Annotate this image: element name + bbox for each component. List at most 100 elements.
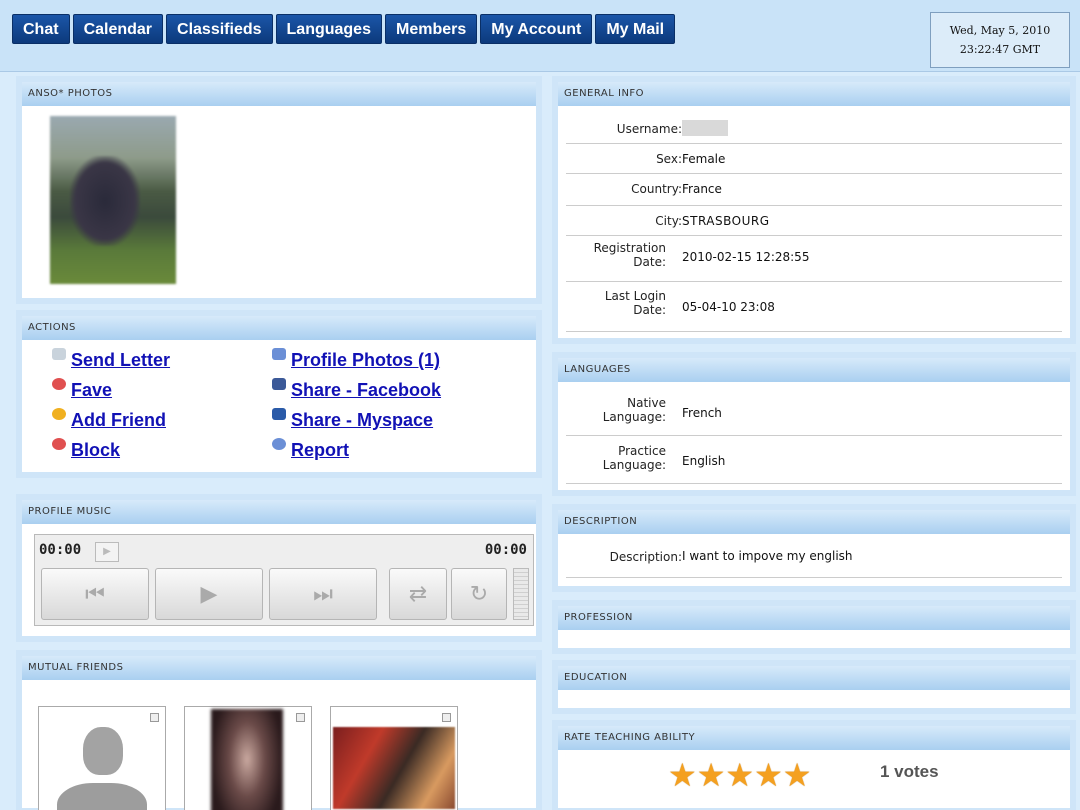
actions-panel-title: ACTIONS xyxy=(22,316,536,340)
info-row-last-login-date: Last Login Date: 05-04-10 23:08 xyxy=(566,282,1062,332)
block-icon xyxy=(52,438,66,450)
languages-panel: LANGUAGES Native Language: French Practi… xyxy=(552,352,1076,496)
nav-tab-classifieds[interactable]: Classifieds xyxy=(166,14,273,44)
friend-photo xyxy=(211,709,283,810)
block-link[interactable]: Block xyxy=(52,438,120,461)
city-value: STRASBOURG xyxy=(682,214,770,228)
rate-teaching-panel-title: RATE TEACHING ABILITY xyxy=(558,726,1070,750)
previous-button[interactable]: ⏮ xyxy=(41,568,149,620)
username-value xyxy=(682,120,728,136)
last-login-date-label: Last Login Date: xyxy=(604,289,666,317)
last-login-date-value: 05-04-10 23:08 xyxy=(682,300,775,314)
nav-tab-chat[interactable]: Chat xyxy=(12,14,70,44)
friend-card[interactable] xyxy=(330,706,458,810)
mutual-friends-panel: MUTUAL FRIENDS xyxy=(16,650,542,810)
play-icon: ▶ xyxy=(200,581,218,606)
votes-count: 1 votes xyxy=(880,762,939,781)
description-panel: DESCRIPTION Description: I want to impov… xyxy=(552,504,1076,592)
profile-photo[interactable] xyxy=(50,116,176,284)
registration-date-value: 2010-02-15 12:28:55 xyxy=(682,250,810,264)
photos-panel-title: ANSO* PHOTOS xyxy=(22,82,536,106)
star-icon[interactable]: ★ xyxy=(725,757,754,793)
info-row-native-language: Native Language: French xyxy=(566,388,1062,436)
friend-card[interactable] xyxy=(184,706,312,810)
photos-panel: ANSO* PHOTOS xyxy=(16,76,542,304)
add-friend-link[interactable]: Add Friend xyxy=(52,408,166,431)
repeat-button[interactable]: ↻ xyxy=(451,568,507,620)
country-value: France xyxy=(682,182,722,196)
general-info-panel-title: GENERAL INFO xyxy=(558,82,1070,106)
info-row-description: Description: I want to impove my english xyxy=(566,538,1062,578)
star-icon[interactable]: ★ xyxy=(668,757,697,793)
next-button[interactable]: ⏭ xyxy=(269,568,377,620)
country-label: Country: xyxy=(631,182,682,196)
info-row-registration-date: Registration Date: 2010-02-15 12:28:55 xyxy=(566,236,1062,282)
star-icon[interactable]: ★ xyxy=(754,757,783,793)
nav-tab-languages[interactable]: Languages xyxy=(275,14,382,44)
star-rating[interactable]: ★★★★★ xyxy=(668,758,811,792)
fave-link[interactable]: Fave xyxy=(52,378,112,401)
report-icon xyxy=(272,438,286,450)
info-row-practice-language: Practice Language: English xyxy=(566,436,1062,484)
profile-photos-link[interactable]: Profile Photos (1) xyxy=(272,348,440,371)
native-language-label: Native Language: xyxy=(602,396,666,424)
nav-tab-my-account[interactable]: My Account xyxy=(480,14,593,44)
registration-date-label: Registration Date: xyxy=(593,241,666,269)
next-icon: ⏭ xyxy=(313,581,333,606)
nav-tab-members[interactable]: Members xyxy=(384,14,478,44)
server-datetime: Wed, May 5, 2010 23:22:47 GMT xyxy=(930,12,1070,68)
send-letter-link[interactable]: Send Letter xyxy=(52,348,170,371)
music-player: 00:00 ▶ 00:00 ⏮ ▶ ⏭ ⇄ ↻ xyxy=(34,534,534,626)
profession-panel-title: PROFESSION xyxy=(558,606,1070,630)
info-row-sex: Sex: Female xyxy=(566,144,1062,174)
practice-language-label: Practice Language: xyxy=(602,444,666,472)
time-text: 23:22:47 GMT xyxy=(959,43,1041,56)
profile-music-panel: PROFILE MUSIC 00:00 ▶ 00:00 ⏮ ▶ ⏭ ⇄ ↻ xyxy=(16,494,542,642)
myspace-icon xyxy=(272,408,286,420)
friend-photo xyxy=(333,727,455,809)
main-nav: Chat Calendar Classifieds Languages Memb… xyxy=(12,14,678,44)
friend-badge-icon xyxy=(442,713,451,722)
practice-language-value: English xyxy=(682,454,726,468)
city-label: City: xyxy=(655,214,682,228)
description-panel-title: DESCRIPTION xyxy=(558,510,1070,534)
heart-icon xyxy=(52,378,66,390)
volume-slider[interactable] xyxy=(513,568,529,620)
nav-tab-calendar[interactable]: Calendar xyxy=(72,14,164,44)
friend-badge-icon xyxy=(296,713,305,722)
date-text: Wed, May 5, 2010 xyxy=(949,24,1051,37)
info-row-country: Country: France xyxy=(566,174,1062,206)
friend-card[interactable] xyxy=(38,706,166,810)
star-icon[interactable]: ★ xyxy=(783,757,812,793)
actions-panel: ACTIONS Send Letter Fave Add Friend Bloc… xyxy=(16,310,542,478)
photos-icon xyxy=(272,348,286,360)
star-icon[interactable]: ★ xyxy=(697,757,726,793)
previous-icon: ⏮ xyxy=(85,581,105,606)
mutual-friends-panel-title: MUTUAL FRIENDS xyxy=(22,656,536,680)
description-label: Description: xyxy=(609,550,682,564)
share-facebook-link[interactable]: Share - Facebook xyxy=(272,378,441,401)
nav-tab-my-mail[interactable]: My Mail xyxy=(595,14,676,44)
default-avatar xyxy=(57,727,147,810)
smiley-icon xyxy=(52,408,66,420)
report-link[interactable]: Report xyxy=(272,438,349,461)
play-button[interactable]: ▶ xyxy=(155,568,263,620)
rate-teaching-panel: RATE TEACHING ABILITY ★★★★★ 1 votes xyxy=(552,720,1076,810)
education-panel: EDUCATION xyxy=(552,660,1076,714)
sex-value: Female xyxy=(682,152,726,166)
shuffle-button[interactable]: ⇄ xyxy=(389,568,447,620)
info-row-username: Username: xyxy=(566,114,1062,144)
seek-bar[interactable]: ▶ xyxy=(95,542,119,562)
general-info-panel: GENERAL INFO Username: Sex: Female Count… xyxy=(552,76,1076,344)
description-value: I want to impove my english xyxy=(682,549,853,563)
top-bar: Chat Calendar Classifieds Languages Memb… xyxy=(0,0,1080,72)
repeat-icon: ↻ xyxy=(469,581,489,606)
facebook-icon xyxy=(272,378,286,390)
education-panel-title: EDUCATION xyxy=(558,666,1070,690)
friend-badge-icon xyxy=(150,713,159,722)
total-time: 00:00 xyxy=(484,542,527,558)
shuffle-icon: ⇄ xyxy=(408,581,428,606)
share-myspace-link[interactable]: Share - Myspace xyxy=(272,408,433,431)
username-label: Username: xyxy=(616,122,682,136)
info-row-city: City: STRASBOURG xyxy=(566,206,1062,236)
